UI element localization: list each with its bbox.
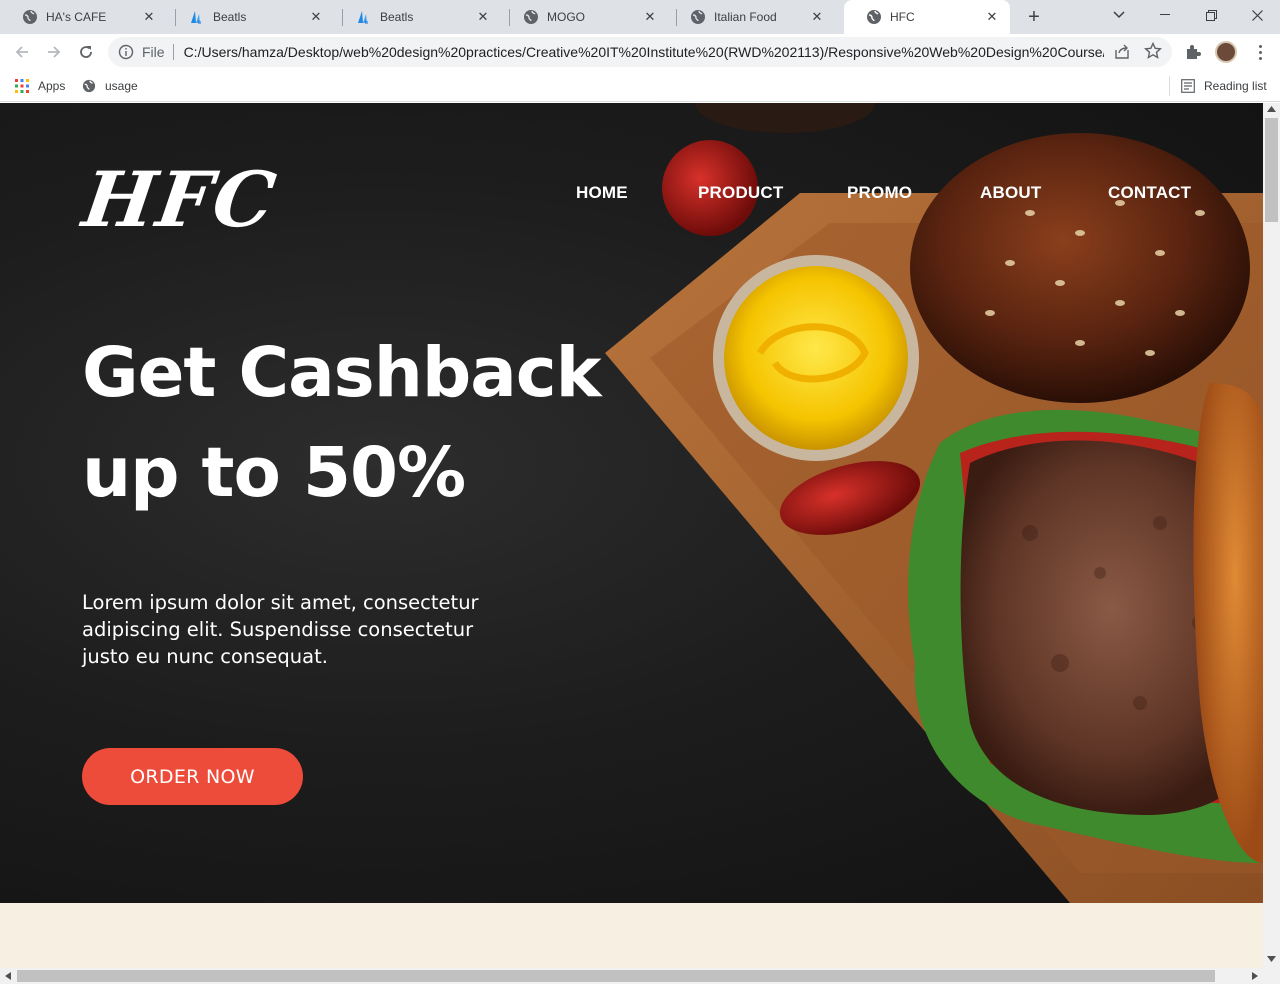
vertical-scroll-thumb[interactable] (1265, 118, 1278, 222)
address-bar[interactable]: File C:/Users/hamza/Desktop/web%20design… (108, 37, 1172, 67)
hero-section: HFC HOME PRODUCT PROMO ABOUT CONTACT Get… (0, 103, 1263, 903)
bookmark-usage[interactable]: usage (82, 76, 138, 96)
profile-avatar[interactable] (1215, 41, 1237, 63)
close-icon[interactable]: ✕ (984, 9, 1000, 25)
close-icon (1251, 9, 1263, 21)
nav-product[interactable]: PRODUCT (698, 183, 783, 203)
nav-promo[interactable]: PROMO (847, 183, 912, 203)
close-icon[interactable]: ✕ (642, 9, 658, 25)
extensions-puzzle-icon[interactable] (1183, 42, 1203, 62)
tab-has-cafe[interactable]: HA's CAFE ✕ (0, 0, 167, 34)
tab-title: MOGO (547, 10, 585, 24)
star-icon[interactable] (1144, 42, 1162, 60)
arrow-left-icon (15, 46, 28, 58)
tab-title: Beatls (380, 10, 414, 24)
horizontal-scroll-thumb[interactable] (17, 970, 1215, 982)
minimize-button[interactable] (1142, 0, 1188, 30)
scroll-right-arrow-icon[interactable] (1252, 972, 1258, 980)
scheme-label: File (142, 44, 165, 60)
info-icon[interactable] (118, 44, 134, 60)
new-tab-button[interactable]: + (1022, 5, 1046, 29)
browser-toolbar: File C:/Users/hamza/Desktop/web%20design… (0, 34, 1280, 70)
reload-button[interactable] (72, 38, 100, 66)
page-viewport: HFC HOME PRODUCT PROMO ABOUT CONTACT Get… (0, 103, 1263, 968)
next-section (0, 903, 1263, 968)
reload-icon (80, 46, 92, 58)
beatls-favicon: b (358, 11, 368, 25)
scroll-left-arrow-icon[interactable] (5, 972, 11, 980)
back-button[interactable] (8, 38, 36, 66)
close-icon[interactable]: ✕ (809, 9, 825, 25)
tab-hfc[interactable]: HFC ✕ (844, 0, 1010, 34)
browser-menu-button[interactable] (1250, 40, 1270, 64)
minimize-icon (1160, 14, 1170, 15)
headline-line-2: up to 50% (82, 433, 466, 513)
close-icon[interactable]: ✕ (308, 9, 324, 25)
vertical-scrollbar[interactable] (1263, 103, 1280, 968)
beatls-favicon: b (191, 11, 201, 25)
hero-description: Lorem ipsum dolor sit amet, consectetur … (82, 591, 479, 668)
nav-about[interactable]: ABOUT (980, 183, 1041, 203)
apps-grid-icon (15, 79, 29, 93)
chevron-down-icon (1113, 11, 1125, 19)
bookmarks-bar: Apps usage Reading list (0, 70, 1280, 102)
globe-icon (23, 10, 37, 24)
tab-title: Beatls (213, 10, 247, 24)
burger-photo (605, 103, 1263, 903)
omnibox-divider (172, 44, 174, 60)
tab-strip: HA's CAFE ✕ b Beatls ✕ b Beatls ✕ MOGO ✕… (0, 0, 1280, 34)
url-text[interactable]: C:/Users/hamza/Desktop/web%20design%20pr… (184, 44, 1104, 60)
reading-list-icon (1181, 79, 1195, 93)
tab-beatls[interactable]: b Beatls ✕ (167, 0, 334, 34)
headline-line-1: Get Cashback (82, 333, 602, 413)
close-icon[interactable]: ✕ (141, 9, 157, 25)
tab-beatls-2[interactable]: b Beatls ✕ (334, 0, 501, 34)
bookmark-label: usage (105, 79, 138, 93)
restore-button[interactable] (1188, 0, 1234, 30)
globe-icon (691, 10, 705, 24)
arrow-right-icon (48, 46, 61, 58)
svg-text:b: b (365, 20, 368, 25)
nav-contact[interactable]: CONTACT (1108, 183, 1191, 203)
bookmarks-divider (1169, 76, 1170, 96)
bookmark-apps[interactable]: Apps (15, 76, 65, 96)
bookmark-label: Apps (38, 79, 66, 93)
nav-home[interactable]: HOME (576, 183, 628, 203)
order-now-button[interactable]: ORDER NOW (82, 748, 303, 805)
tab-search-button[interactable] (1096, 0, 1142, 30)
tab-mogo[interactable]: MOGO ✕ (501, 0, 668, 34)
tab-italian-food[interactable]: Italian Food ✕ (668, 0, 835, 34)
share-icon[interactable] (1114, 44, 1130, 60)
forward-button[interactable] (40, 38, 68, 66)
globe-icon (82, 79, 96, 93)
site-logo[interactable]: HFC (78, 155, 283, 244)
tab-title: HFC (890, 10, 915, 24)
svg-text:b: b (198, 20, 201, 25)
close-icon[interactable]: ✕ (475, 9, 491, 25)
close-window-button[interactable] (1234, 0, 1280, 30)
scroll-down-arrow-icon[interactable] (1267, 956, 1276, 962)
reading-list-button[interactable]: Reading list (1181, 76, 1267, 96)
reading-list-label: Reading list (1204, 79, 1267, 93)
restore-icon (1205, 9, 1217, 21)
tab-title: HA's CAFE (46, 10, 107, 24)
globe-icon (524, 10, 538, 24)
scroll-up-arrow-icon[interactable] (1267, 106, 1276, 112)
globe-icon (867, 10, 881, 24)
tab-title: Italian Food (714, 10, 777, 24)
hero-headline: Get Cashback up to 50% (82, 323, 642, 523)
